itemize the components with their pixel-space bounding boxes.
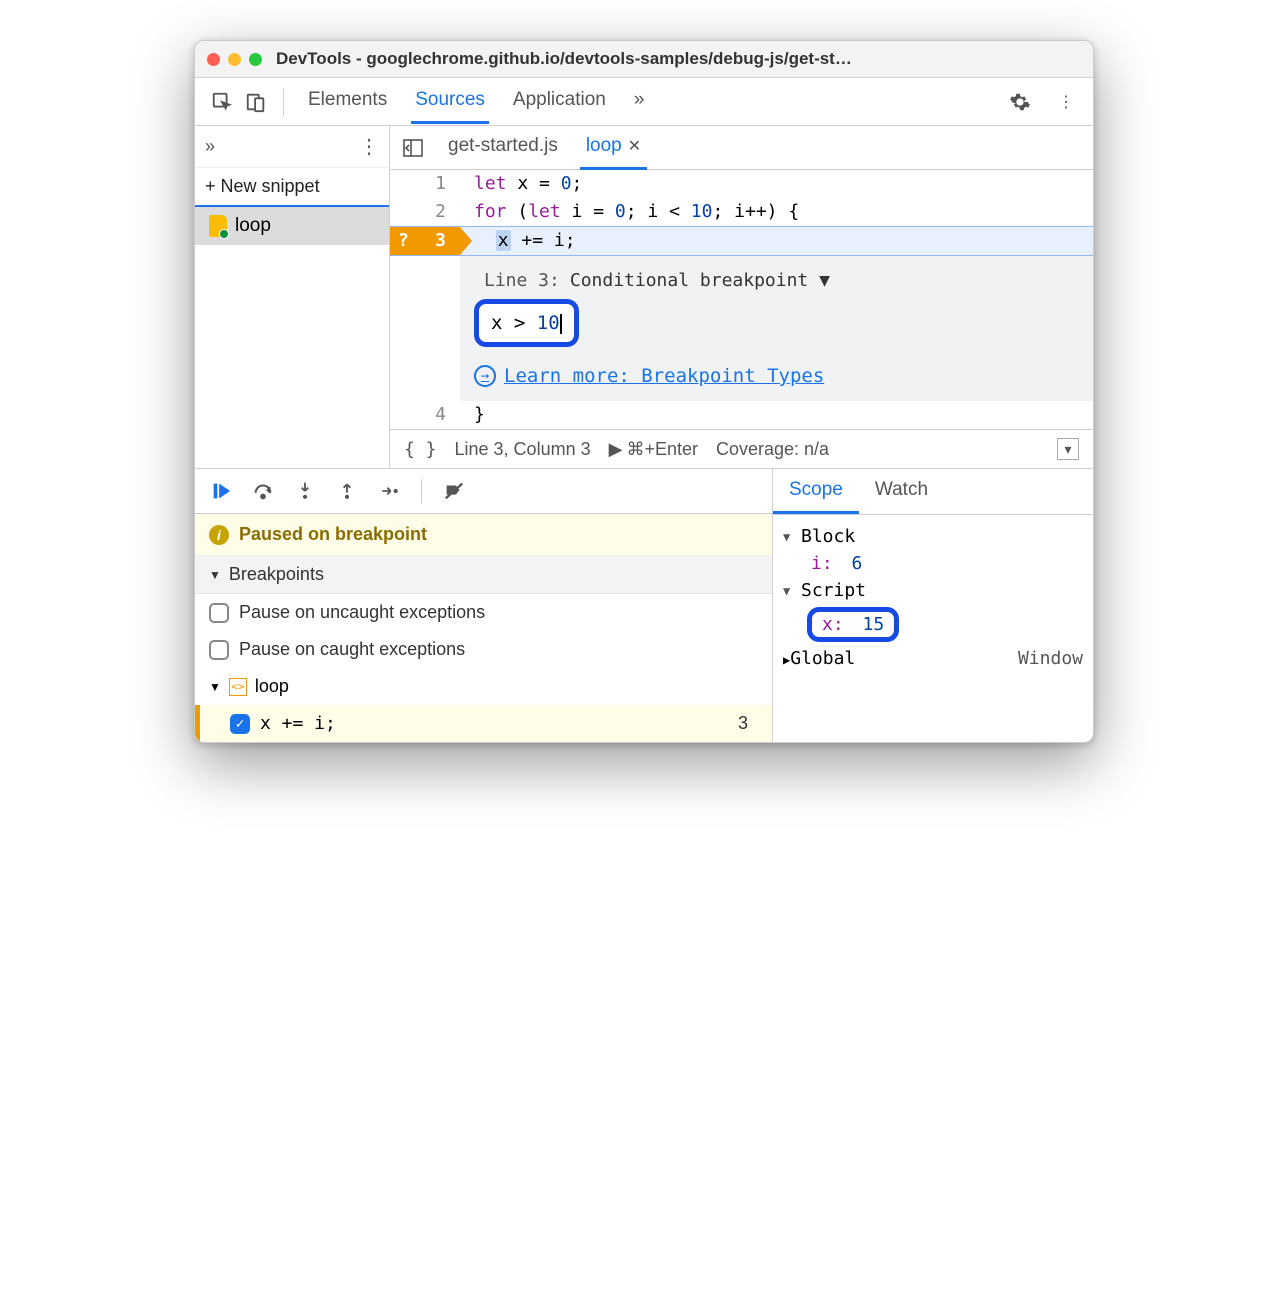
code-editor[interactable]: 1 let x = 0; 2 for (let i = 0; i < 10; i… xyxy=(390,170,1093,429)
new-snippet-button[interactable]: + New snippet xyxy=(195,168,389,207)
devtools-window: DevTools - googlechrome.github.io/devtoo… xyxy=(194,40,1094,743)
minimize-window-button[interactable] xyxy=(228,53,241,66)
paused-banner: i Paused on breakpoint xyxy=(195,514,772,556)
gutter-4[interactable]: 4 xyxy=(390,401,460,429)
panel-tabs: Elements Sources Application » xyxy=(294,79,1003,124)
code-line-2: for (let i = 0; i < 10; i++) { xyxy=(460,198,1093,226)
scope-var-x: x: 15 xyxy=(783,604,1083,645)
step-over-button[interactable] xyxy=(249,477,277,505)
code-line-4: } xyxy=(460,401,1093,429)
tab-scope[interactable]: Scope xyxy=(773,469,859,514)
bp-type-dropdown[interactable]: Conditional breakpoint ▼ xyxy=(570,270,830,291)
arrow-right-circle-icon: → xyxy=(474,365,496,387)
deactivate-breakpoints-button[interactable] xyxy=(440,477,468,505)
checkbox-unchecked-icon[interactable] xyxy=(209,640,229,660)
tab-more[interactable]: » xyxy=(630,79,649,124)
editor-area: get-started.js loop✕ 1 let x = 0; 2 for … xyxy=(390,126,1093,468)
window-title: DevTools - googlechrome.github.io/devtoo… xyxy=(276,49,852,69)
debug-controls xyxy=(195,469,772,514)
debugger-pane: i Paused on breakpoint ▼Breakpoints Paus… xyxy=(195,469,1093,742)
pause-caught-toggle[interactable]: Pause on caught exceptions xyxy=(195,631,772,668)
learn-more-link[interactable]: → Learn more: Breakpoint Types xyxy=(474,365,1079,387)
debug-left: i Paused on breakpoint ▼Breakpoints Paus… xyxy=(195,469,773,742)
tab-sources[interactable]: Sources xyxy=(411,79,489,124)
info-icon: i xyxy=(209,525,229,545)
bp-condition-input[interactable]: x > 10 xyxy=(474,299,579,347)
breakpoint-editor: Line 3: Conditional breakpoint ▼ x > 10 … xyxy=(460,256,1093,401)
file-tab-get-started[interactable]: get-started.js xyxy=(442,125,564,170)
file-tabs: get-started.js loop✕ xyxy=(390,126,1093,170)
tab-watch[interactable]: Watch xyxy=(859,469,944,514)
sources-panel: » ⋮ + New snippet loop get-started.js lo… xyxy=(195,126,1093,469)
resume-button[interactable] xyxy=(207,477,235,505)
main-toolbar: Elements Sources Application » ⋮ xyxy=(195,78,1093,126)
scope-script[interactable]: ▼Script xyxy=(783,577,1083,604)
coverage-status: Coverage: n/a xyxy=(716,439,829,460)
sidebar-header: » ⋮ xyxy=(195,126,389,168)
scope-panel: Scope Watch ▼Block i: 6 ▼Script x: 15 ▶G… xyxy=(773,469,1093,742)
editor-status-bar: { } Line 3, Column 3 ▶ ⌘+Enter Coverage:… xyxy=(390,429,1093,468)
close-tab-icon[interactable]: ✕ xyxy=(628,136,641,156)
checkbox-checked-icon[interactable]: ✓ xyxy=(230,714,250,734)
step-button[interactable] xyxy=(375,477,403,505)
sidebar-expand-icon[interactable]: » xyxy=(205,136,215,157)
settings-icon[interactable] xyxy=(1003,85,1037,119)
traffic-lights xyxy=(207,53,262,66)
scope-var-i: i: 6 xyxy=(783,550,1083,577)
pause-uncaught-toggle[interactable]: Pause on uncaught exceptions xyxy=(195,594,772,631)
bp-file-header[interactable]: ▼ <> loop xyxy=(195,668,772,705)
breakpoints-section-header[interactable]: ▼Breakpoints xyxy=(195,556,772,594)
scope-body: ▼Block i: 6 ▼Script x: 15 ▶Global Window xyxy=(773,515,1093,680)
step-out-button[interactable] xyxy=(333,477,361,505)
pretty-print-button[interactable]: { } xyxy=(404,439,437,460)
snippet-badge-icon: <> xyxy=(229,678,247,696)
scope-block[interactable]: ▼Block xyxy=(783,523,1083,550)
device-toggle-icon[interactable] xyxy=(239,85,273,119)
run-snippet-button[interactable]: ▶ ⌘+Enter xyxy=(609,439,698,460)
maximize-window-button[interactable] xyxy=(249,53,262,66)
snippet-file-icon xyxy=(209,215,227,237)
scope-global[interactable]: ▶Global Window xyxy=(783,645,1083,672)
file-tab-loop[interactable]: loop✕ xyxy=(580,125,647,170)
step-into-button[interactable] xyxy=(291,477,319,505)
code-line-3: x += i; xyxy=(460,227,1093,255)
show-panel-icon[interactable]: ▾ xyxy=(1057,438,1079,460)
tab-elements[interactable]: Elements xyxy=(304,79,391,124)
titlebar: DevTools - googlechrome.github.io/devtoo… xyxy=(195,41,1093,78)
bp-line-label: Line 3: xyxy=(484,270,560,291)
gutter-3-breakpoint[interactable]: ?3 xyxy=(390,227,460,255)
sidebar-more-icon[interactable]: ⋮ xyxy=(359,134,379,159)
close-window-button[interactable] xyxy=(207,53,220,66)
kebab-menu-icon[interactable]: ⋮ xyxy=(1049,85,1083,119)
checkbox-unchecked-icon[interactable] xyxy=(209,603,229,623)
scope-tabs: Scope Watch xyxy=(773,469,1093,515)
tab-application[interactable]: Application xyxy=(509,79,610,124)
snippets-sidebar: » ⋮ + New snippet loop xyxy=(195,126,390,468)
inspect-icon[interactable] xyxy=(205,85,239,119)
gutter-2[interactable]: 2 xyxy=(390,198,460,226)
snippet-item-loop[interactable]: loop xyxy=(195,207,389,245)
navigator-toggle-icon[interactable] xyxy=(400,135,426,161)
code-line-1: let x = 0; xyxy=(460,170,1093,198)
bp-entry[interactable]: ✓ x += i; 3 xyxy=(195,705,772,742)
gutter-1[interactable]: 1 xyxy=(390,170,460,198)
cursor-location: Line 3, Column 3 xyxy=(455,439,591,460)
snippet-name: loop xyxy=(235,215,271,237)
